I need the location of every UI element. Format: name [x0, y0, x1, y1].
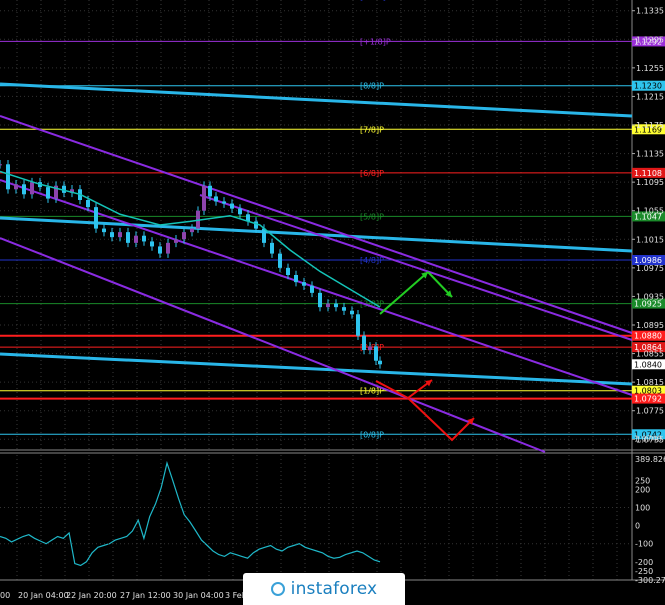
candle-body — [202, 185, 206, 211]
candle-body — [190, 228, 194, 233]
price-tick-label: 1.0975 — [636, 264, 664, 273]
time-label: 27 Jan 12:00 — [120, 591, 171, 600]
candle-body — [110, 232, 114, 238]
price-tick-label: 1.1135 — [636, 150, 664, 159]
candle-body — [270, 242, 274, 254]
price-badge-text: 1.0880 — [634, 332, 662, 341]
level-label: [4/8]P — [360, 256, 384, 265]
candle-body — [278, 253, 282, 268]
price-tick-label: 1.0895 — [636, 321, 664, 330]
candle-body — [222, 201, 226, 204]
candle-body — [326, 303, 330, 308]
time-label: 30 Jan 04:00 — [173, 591, 224, 600]
candle-body — [158, 246, 162, 254]
price-tick-label: 1.1175 — [636, 121, 664, 130]
osc-tick-label: 200 — [635, 485, 650, 494]
osc-tick-label: 100 — [635, 503, 650, 512]
candle-body — [214, 196, 218, 202]
candle-body — [350, 310, 354, 315]
logo-ring-icon — [270, 582, 285, 596]
price-badge-text: 1.0792 — [634, 395, 662, 404]
price-tick-label: 1.1215 — [636, 92, 664, 101]
price-badge-text: 1.1108 — [634, 169, 662, 178]
candle-body — [374, 346, 378, 361]
candle-body — [286, 267, 290, 275]
candle-body — [22, 184, 26, 195]
candle-body — [166, 242, 170, 254]
candle-body — [174, 239, 178, 243]
level-label: [5/8]P — [360, 212, 384, 221]
level-label: [+1/8]P — [360, 37, 391, 46]
candle-body — [142, 235, 146, 242]
level-label: [+2/8]P — [360, 0, 391, 1]
candle-body — [208, 185, 212, 197]
level-label: [6/8]P — [360, 169, 384, 178]
price-tick-label: 1.0935 — [636, 292, 664, 301]
time-label: 20 Jan 04:00 — [18, 591, 69, 600]
osc-tick-label: 250 — [635, 476, 650, 485]
current-price-text: 1.0840 — [634, 360, 662, 369]
instaforex-logo: instaforex — [243, 573, 405, 605]
price-tick-label: 1.1255 — [636, 64, 664, 73]
trading-chart[interactable]: [+2/8]P [+1/8]P [8/8]P [7/8]P [6/8]P [5/8]P [4… — [0, 0, 665, 605]
candle-body — [118, 232, 122, 238]
price-tick-label: 1.0815 — [636, 378, 664, 387]
candle-body — [30, 182, 34, 195]
candle-body — [294, 275, 298, 283]
candle-body — [356, 314, 360, 336]
candle-body — [262, 228, 266, 243]
osc-tick-label: -250 — [635, 567, 653, 576]
chart-background — [0, 0, 665, 605]
price-tick-label: 1.1095 — [636, 178, 664, 187]
price-tick-label: 1.1295 — [636, 35, 664, 44]
candle-body — [6, 164, 10, 190]
candle-body — [318, 292, 322, 308]
price-tick-label: 1.1335 — [636, 7, 664, 16]
osc-tick-label: -100 — [635, 540, 653, 549]
candle-body — [0, 164, 2, 166]
level-label: [8/8]P — [360, 82, 384, 91]
price-tick-label: 1.1055 — [636, 207, 664, 216]
candle-body — [310, 285, 314, 293]
level-label: [0/8]P — [360, 430, 384, 439]
candle-body — [342, 307, 346, 311]
osc-tick-label: -300.276 — [635, 576, 665, 585]
price-tick-label: 1.0735 — [636, 435, 664, 444]
osc-tick-label: 0 — [635, 522, 640, 531]
candle-body — [46, 187, 50, 199]
logo-text: instaforex — [290, 579, 378, 599]
candle-body — [368, 346, 372, 350]
candle-body — [86, 200, 90, 208]
candle-body — [150, 241, 154, 247]
candle-body — [94, 207, 98, 229]
candle-body — [362, 335, 366, 350]
osc-tick-label: -200 — [635, 558, 653, 567]
candle-body — [334, 303, 338, 308]
candle-body — [134, 235, 138, 243]
candle-body — [230, 203, 234, 209]
price-tick-label: 1.0775 — [636, 407, 664, 416]
candle-body — [302, 282, 306, 286]
candle-body — [126, 232, 130, 243]
candle-body — [14, 184, 18, 190]
osc-tick-label: 389.8265 — [635, 455, 665, 464]
candle-body — [238, 208, 242, 215]
candle-body — [182, 232, 186, 240]
candle-body — [102, 228, 106, 233]
level-label: [7/8]P — [360, 125, 384, 134]
time-axis: 00 20 Jan 04:0022 Jan 20:00 27 Jan 12:00 30… — [0, 591, 247, 600]
price-tick-label: 1.0855 — [636, 350, 664, 359]
time-label: 22 Jan 20:00 — [66, 591, 117, 600]
price-badge-text: 1.1230 — [634, 82, 662, 91]
time-label: 00 — [0, 591, 10, 600]
candle-body — [254, 221, 258, 229]
candle-body — [378, 360, 382, 365]
price-tick-label: 1.1015 — [636, 235, 664, 244]
